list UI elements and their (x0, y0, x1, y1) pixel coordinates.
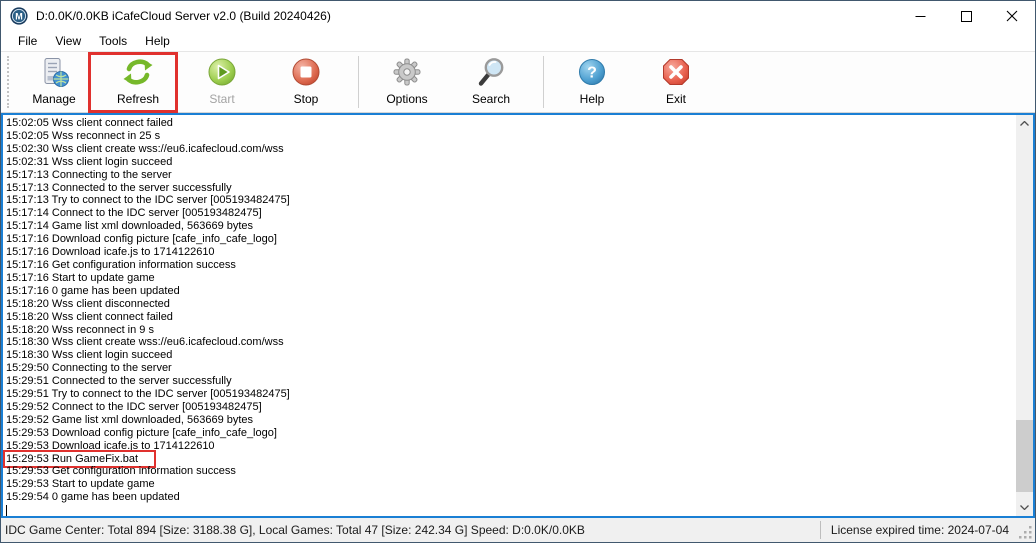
log-line: 15:18:30 Wss client login succeed (6, 349, 1016, 362)
text-caret (6, 505, 7, 516)
options-label: Options (386, 92, 427, 106)
log-line: 15:29:53 Download icafe.js to 1714122610 (6, 440, 1016, 453)
start-button[interactable]: Start (190, 54, 254, 110)
log-line: 15:17:16 0 game has been updated (6, 285, 1016, 298)
status-license-info: License expired time: 2024-07-04 (821, 523, 1019, 537)
svg-text:M: M (15, 11, 23, 21)
window-controls (897, 1, 1035, 31)
refresh-arrows-icon (122, 56, 154, 88)
chevron-up-icon (1020, 121, 1029, 126)
minimize-button[interactable] (897, 1, 943, 31)
exit-icon (660, 56, 692, 88)
menu-file[interactable]: File (9, 32, 46, 50)
title-bar: M D:0.0K/0.0KB iCafeCloud Server v2.0 (B… (1, 1, 1035, 31)
maximize-button[interactable] (943, 1, 989, 31)
search-button[interactable]: Search (459, 54, 523, 110)
play-icon (206, 56, 238, 88)
log-line: 15:29:53 Download config picture [cafe_i… (6, 427, 1016, 440)
toolbar-gripper[interactable] (7, 56, 10, 108)
resize-grip-icon[interactable] (1019, 526, 1033, 540)
scroll-up-button[interactable] (1016, 115, 1033, 132)
log-line: 15:02:05 Wss client connect failed (6, 117, 1016, 130)
app-window: M D:0.0K/0.0KB iCafeCloud Server v2.0 (B… (0, 0, 1036, 543)
toolbar: Manage Refresh Start (1, 51, 1035, 113)
log-line: 15:29:50 Connecting to the server (6, 362, 1016, 375)
log-line: 15:18:20 Wss client disconnected (6, 298, 1016, 311)
log-line: 15:17:16 Download config picture [cafe_i… (6, 233, 1016, 246)
gear-icon (391, 56, 423, 88)
search-label: Search (472, 92, 510, 106)
log-line: 15:02:05 Wss reconnect in 25 s (6, 130, 1016, 143)
log-line: 15:17:16 Start to update game (6, 272, 1016, 285)
stop-icon (290, 56, 322, 88)
magnifier-icon (475, 56, 507, 88)
log-line: 15:29:54 0 game has been updated (6, 491, 1016, 504)
log-output[interactable]: 15:02:05 Wss client connect failed15:02:… (3, 115, 1016, 516)
start-label: Start (209, 92, 234, 106)
log-line: 15:02:30 Wss client create wss://eu6.ica… (6, 143, 1016, 156)
minimize-icon (915, 11, 926, 22)
stop-button[interactable]: Stop (274, 54, 338, 110)
log-line: 15:18:20 Wss reconnect in 9 s (6, 324, 1016, 337)
refresh-button[interactable]: Refresh (106, 54, 170, 110)
log-line: 15:17:13 Connected to the server success… (6, 182, 1016, 195)
close-icon (1006, 10, 1018, 22)
manage-button[interactable]: Manage (22, 54, 86, 110)
log-line: 15:17:14 Game list xml downloaded, 56366… (6, 220, 1016, 233)
log-line: 15:29:51 Try to connect to the IDC serve… (6, 388, 1016, 401)
exit-button[interactable]: Exit (644, 54, 708, 110)
help-label: Help (580, 92, 605, 106)
toolbar-separator (358, 56, 359, 108)
svg-text:?: ? (587, 65, 597, 82)
log-line: 15:29:53 Get configuration information s… (6, 465, 1016, 478)
log-panel: 15:02:05 Wss client connect failed15:02:… (1, 113, 1035, 518)
stop-label: Stop (294, 92, 319, 106)
toolbar-separator (543, 56, 544, 108)
menu-tools[interactable]: Tools (90, 32, 136, 50)
manage-label: Manage (32, 92, 75, 106)
log-line-highlighted: 15:29:53 Run GameFix.bat (6, 453, 1016, 466)
question-icon: ? (576, 56, 608, 88)
scrollbar-thumb[interactable] (1016, 420, 1033, 492)
server-globe-icon (38, 56, 70, 88)
status-bar: IDC Game Center: Total 894 [Size: 3188.3… (1, 518, 1035, 542)
log-line: 15:17:14 Connect to the IDC server [0051… (6, 207, 1016, 220)
menu-help[interactable]: Help (136, 32, 179, 50)
window-title: D:0.0K/0.0KB iCafeCloud Server v2.0 (Bui… (36, 9, 331, 23)
log-line: 15:02:31 Wss client login succeed (6, 156, 1016, 169)
maximize-icon (961, 11, 972, 22)
vertical-scrollbar[interactable] (1016, 115, 1033, 516)
chevron-down-icon (1020, 505, 1029, 510)
exit-label: Exit (666, 92, 686, 106)
options-button[interactable]: Options (375, 54, 439, 110)
close-button[interactable] (989, 1, 1035, 31)
menu-bar: File View Tools Help (1, 31, 1035, 51)
log-line: 15:17:16 Download icafe.js to 1714122610 (6, 246, 1016, 259)
scroll-down-button[interactable] (1016, 499, 1033, 516)
log-line: 15:29:52 Connect to the IDC server [0051… (6, 401, 1016, 414)
status-games-info: IDC Game Center: Total 894 [Size: 3188.3… (1, 523, 585, 537)
log-line: 15:17:16 Get configuration information s… (6, 259, 1016, 272)
icafecloud-logo-icon: M (10, 7, 28, 25)
log-line: 15:29:52 Game list xml downloaded, 56366… (6, 414, 1016, 427)
log-line: 15:29:51 Connected to the server success… (6, 375, 1016, 388)
log-line: 15:18:30 Wss client create wss://eu6.ica… (6, 336, 1016, 349)
log-line: 15:18:20 Wss client connect failed (6, 311, 1016, 324)
refresh-label: Refresh (117, 92, 159, 106)
help-button[interactable]: ? Help (560, 54, 624, 110)
log-line: 15:17:13 Try to connect to the IDC serve… (6, 194, 1016, 207)
log-line: 15:29:53 Start to update game (6, 478, 1016, 491)
menu-view[interactable]: View (46, 32, 90, 50)
log-line: 15:17:13 Connecting to the server (6, 169, 1016, 182)
